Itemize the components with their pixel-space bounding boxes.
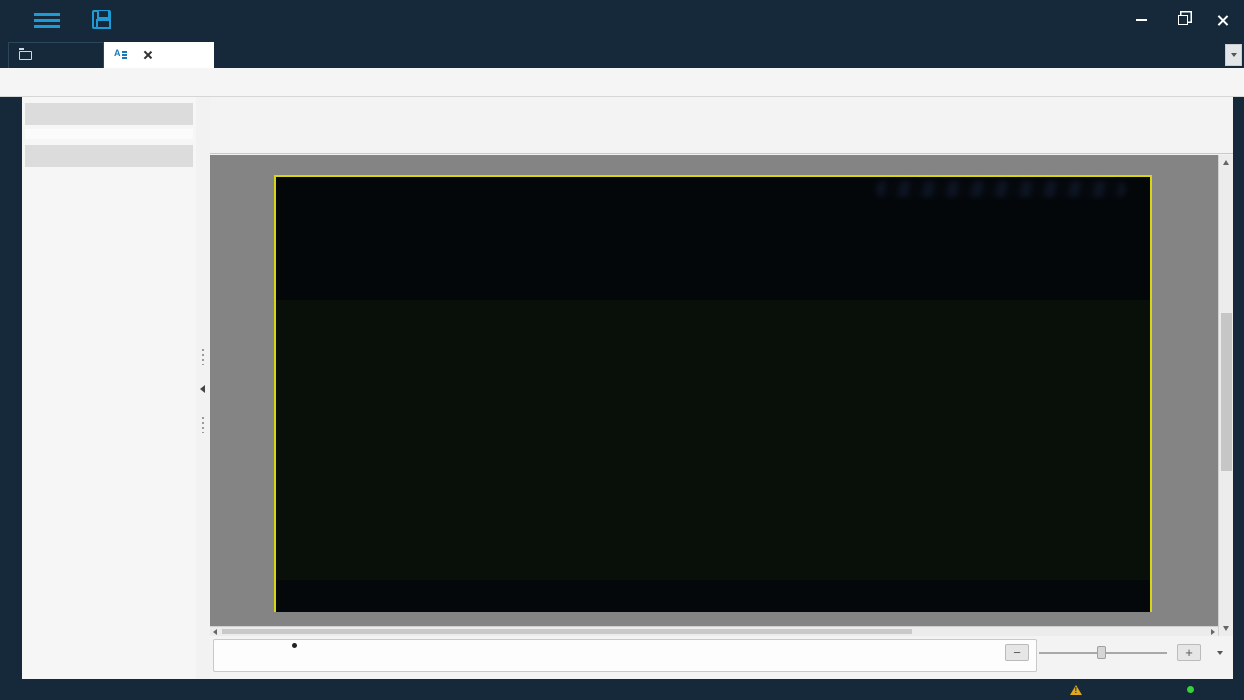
status-right-cluster bbox=[1070, 684, 1234, 695]
scroll-right-icon[interactable] bbox=[1211, 629, 1215, 635]
image-metadata-box bbox=[213, 639, 1037, 672]
vertical-scrollbar[interactable] bbox=[1218, 155, 1233, 636]
splitter-handle[interactable] bbox=[202, 349, 204, 365]
image-toolbar bbox=[210, 97, 1233, 154]
zoom-level[interactable] bbox=[1211, 650, 1223, 655]
zoom-slider[interactable] bbox=[1039, 644, 1167, 661]
default-warnings[interactable] bbox=[1070, 684, 1102, 695]
zoom-out-button[interactable]: − bbox=[1005, 644, 1029, 661]
metadata-row-1 bbox=[222, 643, 1028, 648]
window-frame-left bbox=[0, 97, 22, 679]
horizontal-scrollbar[interactable] bbox=[210, 626, 1218, 636]
image-viewport bbox=[210, 155, 1233, 636]
scroll-down-icon[interactable] bbox=[1223, 626, 1229, 631]
viewer-window: − + bbox=[0, 0, 1244, 700]
data-type-header bbox=[25, 103, 193, 125]
separator-dot bbox=[292, 643, 297, 648]
overview-toggles bbox=[22, 171, 196, 177]
scroll-left-icon[interactable] bbox=[213, 629, 217, 635]
vertical-scroll-thumb[interactable] bbox=[1221, 313, 1232, 471]
zoom-slider-thumb[interactable] bbox=[1097, 646, 1106, 659]
tab-list-dropdown[interactable] bbox=[1225, 44, 1242, 66]
plate-image[interactable] bbox=[274, 175, 1152, 612]
folder-icon bbox=[19, 48, 32, 60]
collapse-sidebar-icon[interactable] bbox=[200, 385, 205, 393]
data-type-items bbox=[25, 129, 193, 139]
analysis-icon bbox=[114, 48, 127, 60]
zoom-in-button[interactable]: + bbox=[1177, 644, 1201, 661]
overview-header bbox=[25, 145, 193, 167]
warning-icon bbox=[1070, 684, 1082, 695]
tab-document-equisetum[interactable] bbox=[104, 42, 214, 68]
status-server bbox=[1182, 686, 1194, 693]
image-info-bar: − + bbox=[210, 636, 1233, 679]
chevron-down-icon bbox=[1217, 650, 1223, 655]
window-frame-right bbox=[1233, 97, 1244, 679]
splitter-handle[interactable] bbox=[202, 417, 204, 433]
minimize-button[interactable] bbox=[1130, 10, 1152, 30]
close-tab-icon[interactable] bbox=[143, 50, 153, 60]
server-online-icon bbox=[1187, 686, 1194, 693]
tab-explorer[interactable] bbox=[8, 42, 104, 68]
scroll-up-icon[interactable] bbox=[1223, 160, 1229, 165]
restore-button[interactable] bbox=[1172, 10, 1194, 30]
step-tab-row bbox=[0, 68, 1244, 97]
document-tab-bar bbox=[0, 40, 1244, 68]
chevron-down-icon bbox=[1230, 53, 1237, 57]
zoom-control: − + bbox=[1005, 644, 1223, 661]
sidebar-splitter[interactable] bbox=[196, 97, 210, 679]
window-title bbox=[0, 0, 1244, 40]
horizontal-scroll-thumb[interactable] bbox=[222, 629, 912, 634]
title-bar bbox=[0, 0, 1244, 40]
close-button[interactable] bbox=[1212, 10, 1234, 30]
plate-area-below-origin bbox=[276, 580, 1150, 612]
plate-handwriting bbox=[876, 181, 1126, 197]
status-bar bbox=[0, 679, 1244, 700]
sidebar bbox=[22, 97, 196, 679]
